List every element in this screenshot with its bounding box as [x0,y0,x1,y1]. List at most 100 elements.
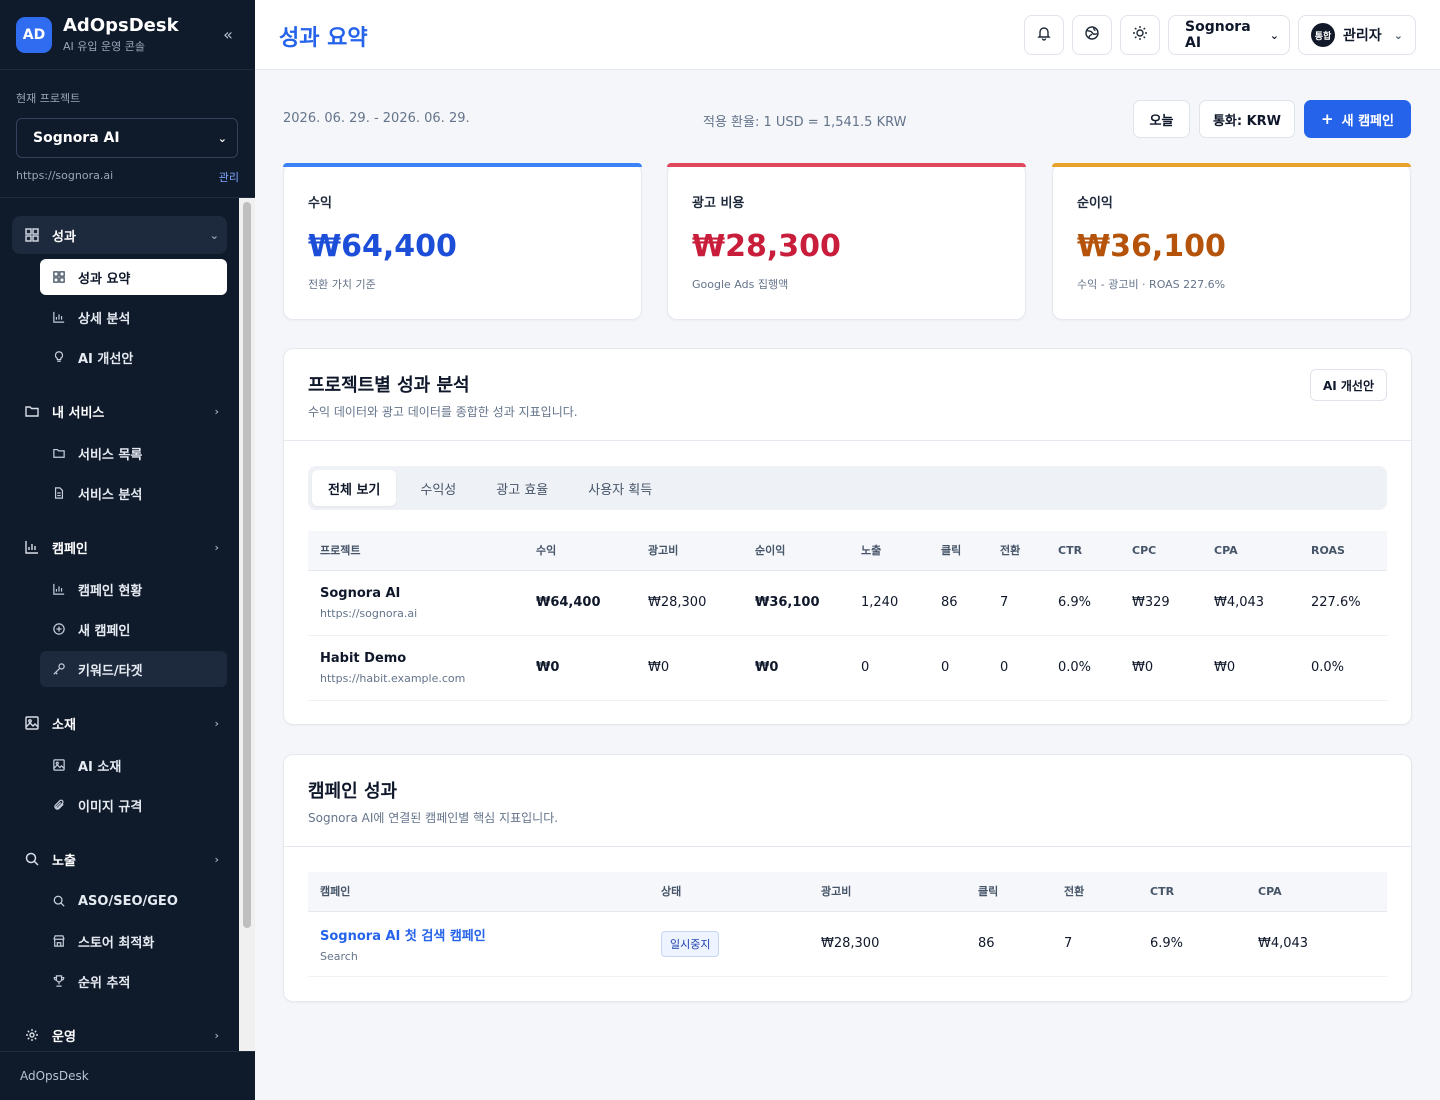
sidebar-item-store-optimization[interactable]: 스토어 최적화 [40,923,227,959]
sidebar-item-label: 스토어 최적화 [78,935,155,951]
project-performance-table: 프로젝트 수익 광고비 순이익 노출 클릭 전환 CTR CPC CPA ROA… [308,531,1387,701]
sidebar-item-ai-suggestions[interactable]: AI 개선안 [40,339,227,375]
tab-overview[interactable]: 전체 보기 [312,470,397,506]
cell-net: ₩36,100 [743,570,849,636]
sidebar-item-label: 상세 분석 [78,311,131,327]
campaign-type: Search [320,949,358,963]
today-button[interactable]: 오늘 [1133,100,1190,138]
sidebar-item-ai-creatives[interactable]: AI 소재 [40,747,227,783]
sidebar-item-label: 성과 요약 [78,271,131,287]
kpi-value: ₩36,100 [1077,229,1226,264]
date-range[interactable]: 2026. 06. 29. - 2026. 06. 29. [283,111,470,126]
cell-conversions: 0 [988,635,1046,701]
project-select[interactable]: Sognora AI ⌄ [16,118,238,158]
sidebar-item-label: AI 개선안 [78,351,134,367]
column-header: CPA [1246,872,1387,912]
sidebar-item-rank-tracking[interactable]: 순위 추적 [40,963,227,999]
cell-roas: 0.0% [1299,635,1387,701]
status-badge: 일시중지 [661,930,720,957]
column-header: 클릭 [929,531,988,571]
column-header: 수익 [524,531,636,571]
cell-cpc: ₩329 [1120,570,1202,636]
nav-group-label: 노출 [52,853,76,869]
nav-group-my-services[interactable]: 내 서비스 › [12,392,227,430]
table-row[interactable]: Sognora AI 첫 검색 캠페인 Search 일시중지 ₩28,300 8… [308,911,1387,977]
avatar: 통합 [1311,23,1335,47]
project-label: 현재 프로젝트 [16,92,81,105]
chevron-down-icon: ⌄ [217,131,227,145]
tab-ad-efficiency[interactable]: 광고 효율 [480,470,564,506]
tab-profitability[interactable]: 수익성 [404,470,472,506]
sidebar-item-campaign-status[interactable]: 캠페인 현황 [40,571,227,607]
bar-chart-icon [24,539,40,555]
sidebar-item-keywords[interactable]: 키워드/타겟 [40,651,227,687]
project-switcher-value: Sognora AI [1185,19,1251,51]
integrations-button[interactable] [1072,15,1112,55]
kpi-value: ₩64,400 [308,229,457,264]
scrollbar-thumb[interactable] [243,202,251,928]
lightbulb-icon [52,350,66,364]
sidebar-nav: 성과 ⌄ 성과 요약 상세 분석 AI 개선안 내 서비스 › 서비스 목록 서… [0,198,239,1051]
sidebar-item-label: 서비스 분석 [78,487,143,503]
ai-suggestions-button[interactable]: AI 개선안 [1309,369,1387,401]
plus-icon: + [1321,110,1334,128]
theme-toggle-button[interactable] [1120,15,1160,55]
plus-circle-icon [52,622,66,636]
sidebar-item-label: 순위 추적 [78,975,131,991]
performance-tabs: 전체 보기 수익성 광고 효율 사용자 획득 [308,466,1387,510]
sidebar-item-label: ASO/SEO/GEO [78,893,178,909]
sidebar-scrollbar[interactable] [239,198,255,1051]
sidebar-item-image-spec[interactable]: 이미지 규격 [40,787,227,823]
nav-group-exposure[interactable]: 노출 › [12,840,227,878]
project-switcher[interactable]: Sognora AI ⌄ [1168,15,1290,55]
table-row[interactable]: Habit Demo https://habit.example.com ₩0 ₩… [308,635,1387,701]
kpi-subtitle: 전환 가치 기준 [308,278,376,291]
cell-cost: ₩0 [636,635,743,701]
campaign-name-link[interactable]: Sognora AI 첫 검색 캠페인 [320,925,637,944]
chevron-right-icon: › [214,1028,219,1042]
chevron-down-icon: ⌄ [1393,28,1403,42]
kpi-subtitle: 수익 - 광고비 · ROAS 227.6% [1077,278,1226,291]
sidebar-item-service-list[interactable]: 서비스 목록 [40,435,227,471]
grid-icon [24,227,40,243]
sidebar-item-detail-analysis[interactable]: 상세 분석 [40,299,227,335]
cell-roas: 227.6% [1299,570,1387,636]
card-title: 프로젝트별 성과 분석 [308,375,470,396]
chevron-right-icon: › [214,852,219,866]
sidebar-item-summary[interactable]: 성과 요약 [40,259,227,295]
column-header: 상태 [649,872,809,912]
chevron-down-icon: ⌄ [1269,28,1279,42]
column-header: 전환 [988,531,1046,571]
collapse-sidebar-icon[interactable]: « [217,25,239,44]
search-icon [52,894,66,908]
cell-cpa: ₩4,043 [1246,911,1387,977]
notifications-button[interactable] [1024,15,1064,55]
tab-user-acquisition[interactable]: 사용자 획득 [572,470,668,506]
nav-group-label: 캠페인 [52,541,88,557]
new-campaign-button[interactable]: + 새 캠페인 [1304,100,1411,138]
nav-group-campaign[interactable]: 캠페인 › [12,528,227,566]
currency-button[interactable]: 통화: KRW [1199,100,1295,138]
table-header-row: 프로젝트 수익 광고비 순이익 노출 클릭 전환 CTR CPC CPA ROA… [308,531,1387,571]
cell-clicks: 0 [929,635,988,701]
nav-group-performance[interactable]: 성과 ⌄ [12,216,227,254]
user-menu[interactable]: 통합 관리자 ⌄ [1298,15,1416,55]
nav-group-operations[interactable]: 운영 › [12,1016,227,1051]
project-url: https://sognora.ai [16,169,114,182]
kpi-card-revenue: 수익 ₩64,400 전환 가치 기준 [283,163,642,320]
new-campaign-label: 새 캠페인 [1341,113,1394,129]
page-title: 성과 요약 [279,26,368,51]
folder-icon [52,446,66,460]
nav-group-creatives[interactable]: 소재 › [12,704,227,742]
trophy-icon [52,974,66,988]
cell-clicks: 86 [929,570,988,636]
sidebar-item-new-campaign[interactable]: 새 캠페인 [40,611,227,647]
brand-name: AdOpsDesk [63,14,179,36]
chevron-right-icon: › [214,404,219,418]
sidebar-item-service-analysis[interactable]: 서비스 분석 [40,475,227,511]
column-header: CPA [1202,531,1299,571]
project-manage-link[interactable]: 관리 [219,169,239,185]
sidebar-item-aso-seo-geo[interactable]: ASO/SEO/GEO [40,883,227,919]
table-row[interactable]: Sognora AI https://sognora.ai ₩64,400 ₩28… [308,570,1387,636]
nav-group-label: 성과 [52,229,76,245]
